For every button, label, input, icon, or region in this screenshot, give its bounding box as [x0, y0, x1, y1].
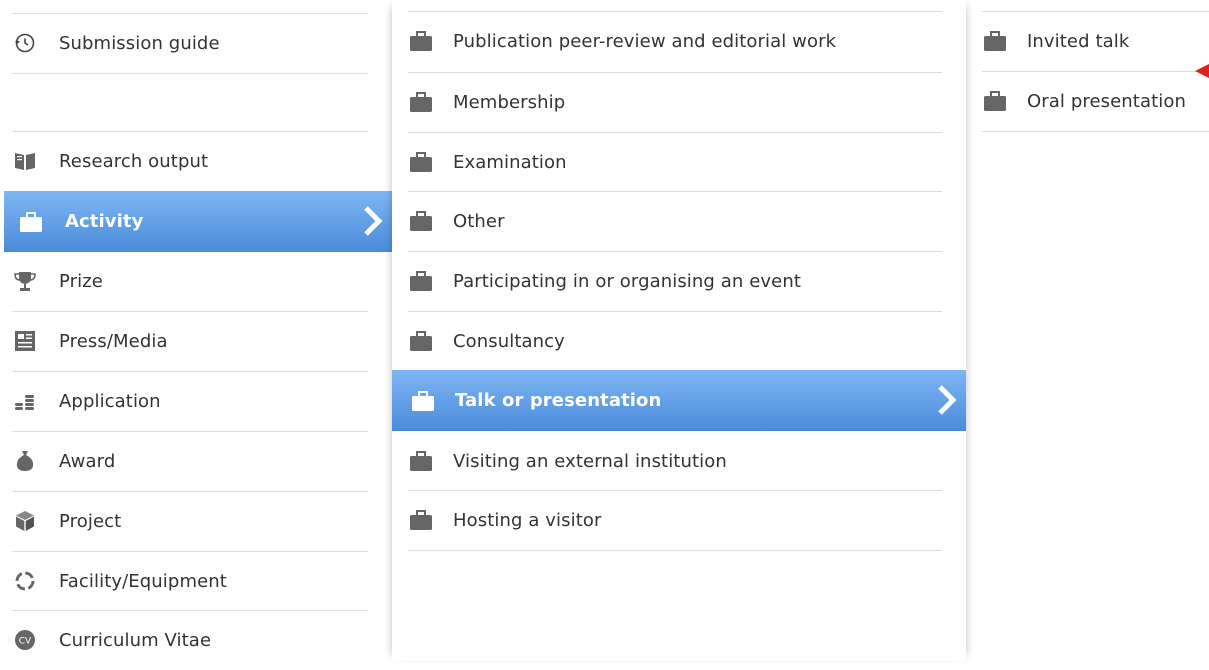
menu-item-blank — [12, 73, 368, 133]
menu-item-label: Participating in or organising an event — [453, 270, 801, 292]
menu-item-curriculum-vitae[interactable]: CV Curriculum Vitae — [12, 610, 368, 670]
menu-item-submission-guide[interactable]: Submission guide — [12, 13, 368, 73]
menu-item-other[interactable]: Other — [408, 191, 942, 251]
cube-icon — [12, 508, 38, 534]
briefcase-icon — [408, 268, 434, 294]
talk-type-column: Invited talk Oral presentation — [966, 0, 1209, 661]
menu-item-label: Hosting a visitor — [453, 509, 602, 531]
menu-item-invited-talk[interactable]: Invited talk — [982, 11, 1209, 71]
newspaper-icon — [12, 328, 38, 354]
menu-item-project[interactable]: Project — [12, 491, 368, 551]
briefcase-icon — [408, 328, 434, 354]
menu-item-label: Oral presentation — [1027, 90, 1186, 112]
lifebuoy-icon — [12, 568, 38, 594]
briefcase-icon — [982, 88, 1008, 114]
menu-item-facility-equipment[interactable]: Facility/Equipment — [12, 551, 368, 611]
briefcase-icon — [408, 507, 434, 533]
menu-item-oral-presentation[interactable]: Oral presentation — [982, 71, 1209, 131]
briefcase-icon — [982, 28, 1008, 54]
menu-item-label: Award — [59, 450, 116, 472]
chevron-right-icon — [364, 206, 383, 236]
menu-item-consultancy[interactable]: Consultancy — [408, 311, 942, 371]
divider — [408, 550, 942, 551]
menu-item-label: Other — [453, 210, 505, 232]
divider — [982, 131, 1209, 132]
menu-item-label: Consultancy — [453, 330, 565, 352]
svg-text:CV: CV — [19, 637, 32, 647]
money-bag-icon — [12, 448, 38, 474]
menu-item-label: Research output — [59, 150, 209, 172]
menu-item-talk-or-presentation[interactable]: Talk or presentation — [392, 370, 966, 431]
coins-icon — [12, 388, 38, 414]
menu-item-hosting-visitor[interactable]: Hosting a visitor — [408, 490, 942, 550]
menu-item-label: Submission guide — [59, 32, 220, 54]
cursor-pointer-icon — [1195, 64, 1209, 78]
trophy-icon — [12, 268, 38, 294]
briefcase-icon — [408, 28, 434, 54]
briefcase-icon — [410, 388, 436, 414]
menu-item-label: Curriculum Vitae — [59, 629, 212, 651]
menu-item-label: Project — [59, 510, 122, 532]
menu-item-press-media[interactable]: Press/Media — [12, 311, 368, 371]
menu-item-research-output[interactable]: Research output — [12, 131, 368, 191]
briefcase-icon — [408, 208, 434, 234]
menu-item-participating-event[interactable]: Participating in or organising an event — [408, 251, 942, 311]
briefcase-icon — [18, 209, 44, 235]
menu-item-visiting-institution[interactable]: Visiting an external institution — [408, 431, 942, 491]
menu-item-label: Activity — [65, 211, 144, 232]
menu-item-label: Examination — [453, 151, 567, 173]
briefcase-icon — [408, 149, 434, 175]
menu-item-label: Visiting an external institution — [453, 450, 727, 472]
menu-item-examination[interactable]: Examination — [408, 132, 942, 192]
menu-item-membership[interactable]: Membership — [408, 72, 942, 132]
menu-item-publication-peer-review[interactable]: Publication peer-review and editorial wo… — [408, 11, 942, 71]
menu-item-label: Prize — [59, 270, 103, 292]
activity-type-column: Publication peer-review and editorial wo… — [392, 0, 966, 661]
chevron-right-icon — [938, 385, 957, 415]
menu-item-award[interactable]: Award — [12, 431, 368, 491]
menu-item-label: Application — [59, 390, 161, 412]
menu-item-label: Press/Media — [59, 330, 168, 352]
menu-item-application[interactable]: Application — [12, 371, 368, 431]
menu-item-label: Facility/Equipment — [59, 570, 227, 592]
briefcase-icon — [408, 89, 434, 115]
book-icon — [12, 148, 38, 174]
category-column: Submission guide Research output Activit… — [0, 0, 392, 661]
menu-item-label: Talk or presentation — [455, 390, 662, 411]
briefcase-icon — [408, 448, 434, 474]
cv-icon: CV — [12, 627, 38, 653]
history-icon — [12, 30, 38, 56]
menu-item-activity[interactable]: Activity — [4, 191, 392, 252]
menu-item-label: Membership — [453, 91, 566, 113]
menu-item-label: Invited talk — [1027, 30, 1130, 52]
menu-item-label: Publication peer-review and editorial wo… — [453, 30, 837, 52]
menu-item-prize[interactable]: Prize — [12, 251, 368, 311]
